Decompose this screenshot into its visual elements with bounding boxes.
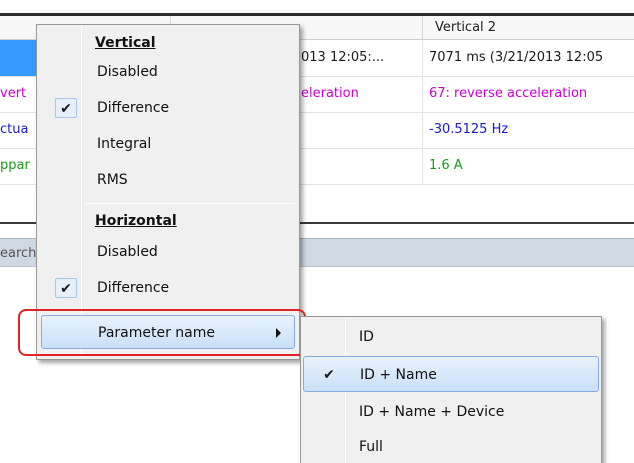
table-cell[interactable]: -30.5125 Hz bbox=[429, 122, 634, 137]
menu-item-vertical-difference[interactable]: ✔ Difference bbox=[41, 90, 295, 126]
check-icon bbox=[55, 62, 77, 82]
grid-header-col3[interactable]: Vertical 2 bbox=[422, 16, 634, 40]
check-icon: ✔ bbox=[323, 367, 335, 383]
submenu-item-id-name-device[interactable]: ID + Name + Device bbox=[303, 394, 599, 430]
horizontal-section-title: Horizontal bbox=[95, 213, 177, 229]
vertical-section-title: Vertical bbox=[95, 35, 156, 51]
highlight-callout bbox=[18, 309, 306, 356]
grid-col-divider bbox=[422, 40, 423, 185]
screen: Vertical 2 013 12:05:... 7071 ms (3/21/2… bbox=[0, 0, 634, 463]
menu-item-vertical-integral[interactable]: Integral bbox=[41, 126, 295, 162]
search-hint: earch bbox=[0, 246, 37, 261]
parameter-name-submenu: ID ✔ ID + Name ID + Name + Device Full bbox=[300, 316, 602, 463]
check-icon: ✔ bbox=[55, 278, 77, 298]
menu-item-vertical-disabled[interactable]: Disabled bbox=[41, 54, 295, 90]
submenu-item-full[interactable]: Full bbox=[303, 429, 599, 463]
submenu-item-id-name[interactable]: ✔ ID + Name bbox=[303, 356, 599, 392]
table-cell[interactable]: 013 12:05:... bbox=[301, 50, 419, 65]
check-icon bbox=[317, 327, 339, 347]
table-cell[interactable]: eleration bbox=[301, 86, 419, 101]
selected-row-highlight bbox=[0, 40, 40, 76]
table-cell[interactable]: ppar bbox=[0, 158, 36, 173]
table-cell[interactable]: 67: reverse acceleration bbox=[429, 86, 634, 101]
check-icon bbox=[55, 134, 77, 154]
table-cell[interactable]: 7071 ms (3/21/2013 12:05 bbox=[429, 50, 634, 65]
table-cell[interactable]: 1.6 A bbox=[429, 158, 634, 173]
table-cell[interactable]: ctua bbox=[0, 122, 36, 137]
check-icon bbox=[55, 170, 77, 190]
check-icon: ✔ bbox=[55, 98, 77, 118]
submenu-item-id[interactable]: ID bbox=[303, 319, 599, 355]
check-icon bbox=[317, 402, 339, 422]
menu-item-horizontal-disabled[interactable]: Disabled bbox=[41, 234, 295, 270]
menu-separator bbox=[85, 203, 295, 204]
table-cell[interactable]: vert bbox=[0, 86, 36, 101]
menu-item-horizontal-difference[interactable]: ✔ Difference bbox=[41, 270, 295, 306]
check-icon bbox=[317, 437, 339, 457]
menu-item-vertical-rms[interactable]: RMS bbox=[41, 162, 295, 198]
check-icon bbox=[55, 242, 77, 262]
